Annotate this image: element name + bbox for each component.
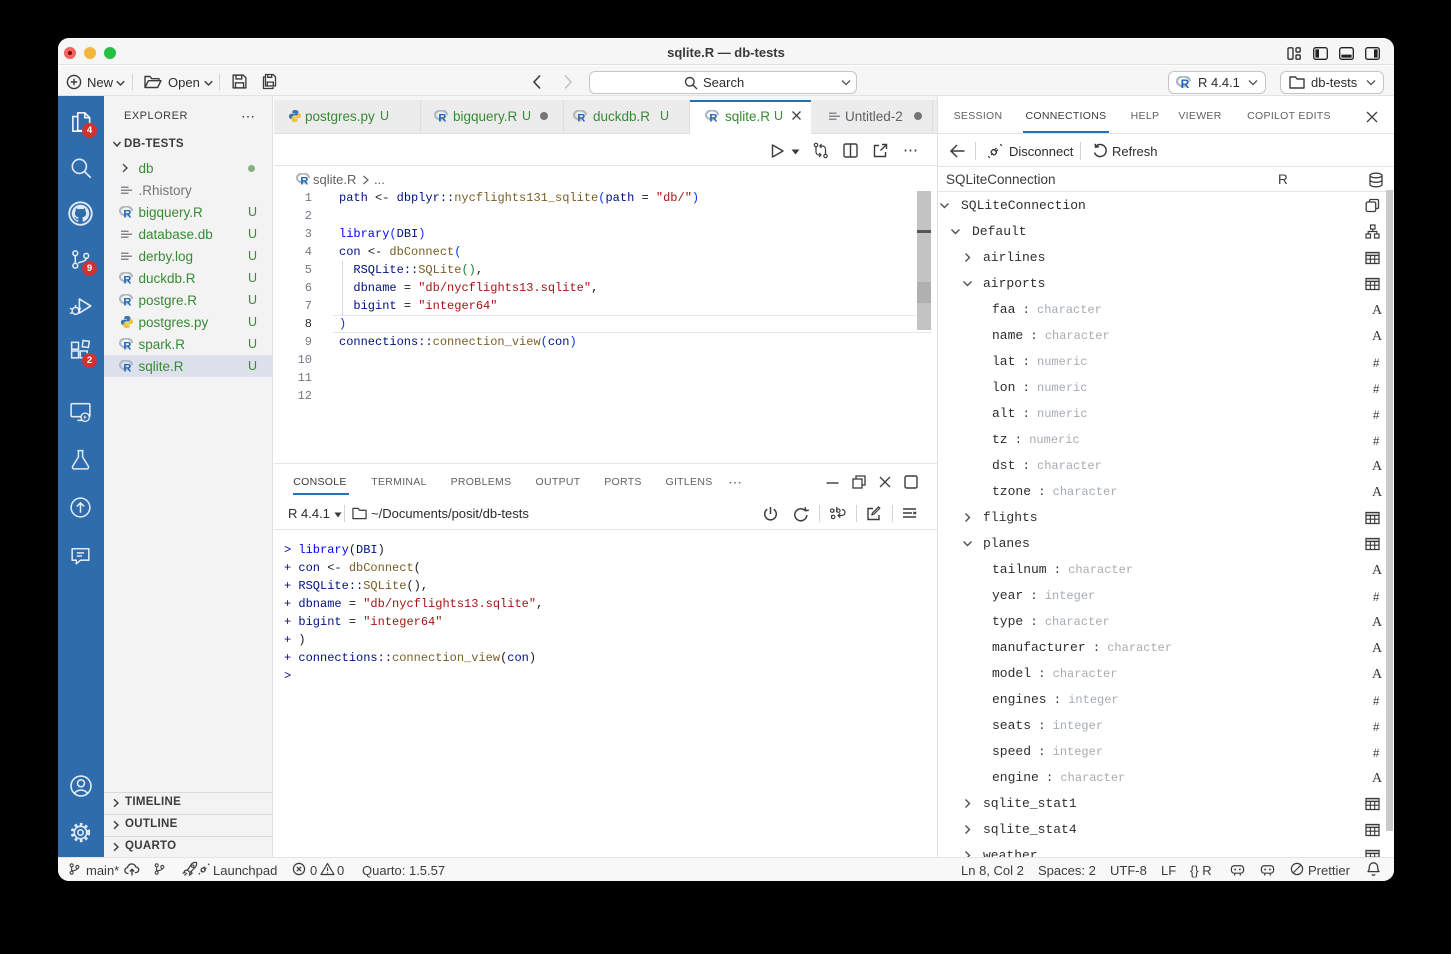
- svg-text:R: R: [1181, 77, 1190, 89]
- svg-text:R: R: [300, 175, 308, 185]
- svg-text:R: R: [709, 112, 717, 122]
- svg-text:R: R: [123, 362, 131, 372]
- svg-text:R: R: [123, 340, 131, 350]
- svg-text:R: R: [438, 112, 446, 122]
- svg-text:R: R: [577, 112, 585, 122]
- svg-text:R: R: [123, 208, 131, 218]
- svg-text:R: R: [123, 274, 131, 284]
- svg-text:R: R: [123, 296, 131, 306]
